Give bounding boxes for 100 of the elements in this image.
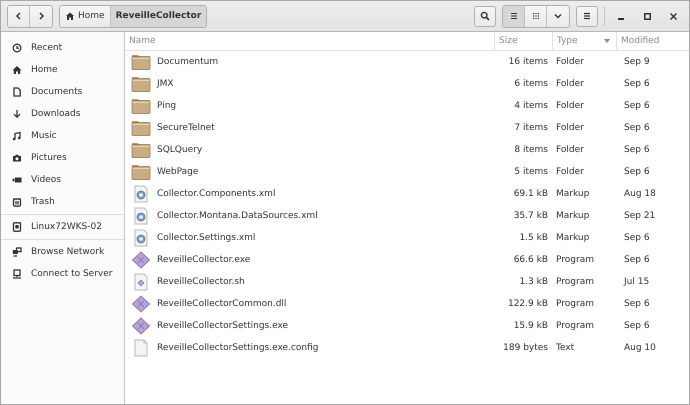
file-modified: Sep 6 <box>623 299 651 309</box>
sidebar-item[interactable]: Recent <box>1 37 124 59</box>
file-modified: Aug 10 <box>623 343 657 353</box>
document-icon <box>12 87 22 97</box>
clock-icon <box>12 43 22 53</box>
file-name: Collector.Settings.xml <box>157 233 256 243</box>
file-modified: Aug 18 <box>623 189 657 199</box>
sidebar-item[interactable]: Connect to Server <box>1 263 124 285</box>
file-modified: Sep 6 <box>623 79 651 89</box>
menu-icon <box>582 11 592 21</box>
folder-icon <box>131 97 151 115</box>
network-icon <box>12 247 22 257</box>
file-type: Program <box>555 299 595 309</box>
file-type: Markup <box>555 211 590 221</box>
file-type: Folder <box>555 123 585 133</box>
file-size: 16 items <box>508 57 549 67</box>
sidebar-item[interactable]: Videos <box>1 169 124 191</box>
sidebar-item[interactable]: Browse Network <box>1 241 124 263</box>
file-type: Program <box>555 321 595 331</box>
diamond-icon <box>131 295 151 313</box>
minimize-icon <box>618 18 624 20</box>
back-icon <box>14 11 24 21</box>
file-name: ReveilleCollectorCommon.dll <box>157 299 286 309</box>
home-icon <box>12 65 22 75</box>
video-camera-icon <box>12 175 22 185</box>
file-modified: Sep 6 <box>623 167 651 177</box>
camera-icon <box>12 153 22 163</box>
sidebar-item[interactable]: Trash <box>1 191 124 213</box>
file-name: SQLQuery <box>157 145 202 155</box>
file-name: Documentum <box>157 57 218 67</box>
file-size: 66.6 kB <box>512 255 549 265</box>
file-type: Markup <box>555 189 590 199</box>
sidebar-item[interactable]: Linux72WKS-02 <box>1 216 124 238</box>
file-size: 122.9 kB <box>506 299 549 309</box>
file-size: 15.9 kB <box>512 321 549 331</box>
diamond-icon <box>131 251 151 269</box>
sort-arrow-icon <box>604 39 610 43</box>
file-size: 189 bytes <box>502 343 549 353</box>
file-modified: Sep 9 <box>623 57 651 67</box>
file-size: 4 items <box>513 101 549 111</box>
file-type: Markup <box>555 233 590 243</box>
file-type: Text <box>555 343 576 353</box>
view-button[interactable] <box>503 6 525 26</box>
file-size: 1.3 kB <box>518 277 549 287</box>
sidebar-item[interactable]: Pictures <box>1 147 124 169</box>
search-button[interactable] <box>474 6 496 26</box>
path-button[interactable]: ReveilleCollector <box>110 6 206 26</box>
file-modified: Sep 6 <box>623 123 651 133</box>
grid-icon <box>530 11 540 21</box>
file-modified: Sep 6 <box>623 255 651 265</box>
file-type: Folder <box>555 167 585 177</box>
search-icon <box>480 11 490 21</box>
file-modified: Sep 21 <box>623 211 656 221</box>
diamond-icon <box>131 317 151 335</box>
file-size: 69.1 kB <box>512 189 549 199</box>
file-modified: Jul 15 <box>622 277 650 287</box>
folder-icon <box>131 75 151 93</box>
sidebar-item[interactable]: Home <box>1 59 124 81</box>
file-name: ReveilleCollector.sh <box>157 277 245 287</box>
file-size: 35.7 kB <box>512 211 549 221</box>
file-name: WebPage <box>157 167 198 177</box>
folder-icon <box>131 163 151 181</box>
file-type: Folder <box>555 101 585 111</box>
list-icon <box>508 11 518 21</box>
file-size: 8 items <box>513 145 549 155</box>
chevron-down-icon <box>553 11 563 21</box>
sidebar-item[interactable]: Downloads <box>1 103 124 125</box>
file-name: SecureTelnet <box>157 123 215 133</box>
file-modified: Sep 6 <box>623 233 651 243</box>
file-type: Folder <box>555 57 585 67</box>
file-name: Ping <box>157 101 176 111</box>
file-type: Folder <box>555 145 585 155</box>
sidebar-item[interactable]: Documents <box>1 81 124 103</box>
file-name: Collector.Components.xml <box>157 189 276 199</box>
file-size: 7 items <box>513 123 549 133</box>
file-name: JMX <box>157 79 174 89</box>
folder-icon <box>131 119 151 137</box>
file-type: Program <box>555 255 595 265</box>
file-name: ReveilleCollector.exe <box>157 255 250 265</box>
file-modified: Sep 6 <box>623 321 651 331</box>
file-name: Collector.Montana.DataSources.xml <box>157 211 318 221</box>
trash-icon <box>12 197 22 207</box>
folder-icon <box>131 53 151 71</box>
close-icon <box>670 12 676 20</box>
file-name: ReveilleCollectorSettings.exe <box>157 321 288 331</box>
file-type: Program <box>555 277 595 287</box>
file-type: Folder <box>555 79 585 89</box>
file-size: 1.5 kB <box>518 233 549 243</box>
sidebar-item[interactable]: Music <box>1 125 124 147</box>
file-modified: Sep 6 <box>623 145 651 155</box>
drive-icon <box>12 222 22 232</box>
home-icon <box>65 11 75 21</box>
computer-icon <box>12 269 22 279</box>
download-icon <box>12 109 22 119</box>
menu-button[interactable] <box>576 6 598 26</box>
maximize-icon <box>644 12 650 20</box>
folder-icon <box>131 141 151 159</box>
music-icon <box>12 131 22 141</box>
file-name: ReveilleCollectorSettings.exe.config <box>157 343 318 353</box>
file-size: 5 items <box>513 167 549 177</box>
